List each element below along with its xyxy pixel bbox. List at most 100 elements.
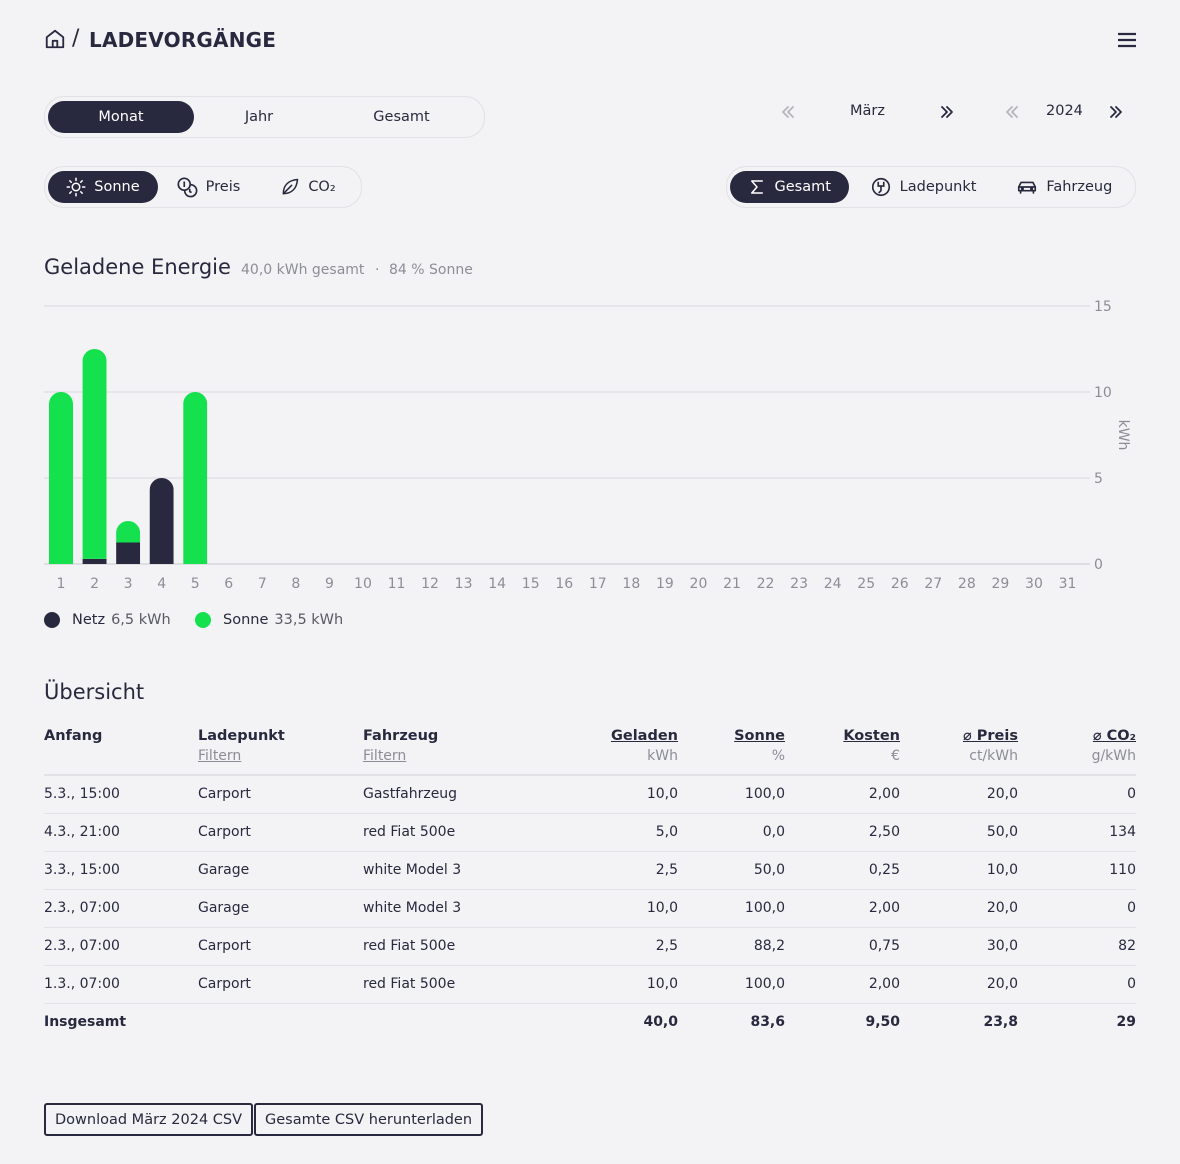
- cell-price: 20,0: [900, 965, 1018, 1004]
- cell-chargepoint: Carport: [198, 965, 363, 1004]
- bar-sonne-day-3: [116, 521, 141, 543]
- next-year-icon[interactable]: [1107, 103, 1125, 121]
- x-tick-label: 30: [1025, 576, 1043, 592]
- table-header-row: Anfang Ladepunkt Filtern Fahrzeug Filtern …: [44, 728, 1136, 775]
- cell-vehicle: white Model 3: [363, 889, 533, 928]
- legend-label-sun: Sonne: [223, 612, 269, 628]
- cell-charged: 10,0: [533, 889, 678, 928]
- total-solar: 83,6: [678, 1002, 785, 1041]
- group-selector: Gesamt Ladepunkt Fahrzeug: [726, 166, 1136, 208]
- tab-total[interactable]: Gesamt: [324, 101, 479, 133]
- next-month-icon[interactable]: [938, 103, 956, 121]
- x-tick-label: 23: [790, 576, 808, 592]
- table-row[interactable]: 2.3., 07:00 Carport red Fiat 500e 2,5 88,2 0,…: [44, 927, 1136, 966]
- col-chargepoint: Ladepunkt Filtern: [198, 728, 363, 775]
- tab-vehicle[interactable]: Fahrzeug: [997, 171, 1132, 203]
- tab-chargepoint[interactable]: Ladepunkt: [849, 171, 996, 203]
- cell-price: 50,0: [900, 813, 1018, 852]
- cell-charged: 2,5: [533, 927, 678, 966]
- previous-month-icon[interactable]: [779, 103, 797, 121]
- month-label: März: [850, 103, 885, 119]
- home-icon[interactable]: [44, 28, 66, 50]
- x-tick-label: 12: [421, 576, 439, 592]
- car-icon: [1018, 181, 1037, 194]
- x-tick-label: 7: [258, 576, 267, 592]
- x-tick-label: 3: [124, 576, 133, 592]
- hamburger-menu-icon[interactable]: [1116, 30, 1138, 50]
- legend-label-grid: Netz: [72, 612, 106, 628]
- charger-icon: [871, 177, 890, 197]
- tab-sun[interactable]: Sonne: [48, 171, 158, 203]
- cell-chargepoint: Carport: [198, 813, 363, 852]
- cell-start: 1.3., 07:00: [44, 965, 198, 1004]
- vehicle-filter-link[interactable]: Filtern: [363, 748, 533, 764]
- coins-icon: [177, 177, 198, 198]
- cell-co2: 0: [1018, 775, 1136, 814]
- cell-co2: 82: [1018, 927, 1136, 966]
- y-axis-label: kWh: [1115, 420, 1131, 451]
- y-tick-label: 0: [1094, 557, 1103, 573]
- cell-start: 3.3., 15:00: [44, 851, 198, 890]
- cell-charged: 10,0: [533, 775, 678, 814]
- previous-year-icon[interactable]: [1003, 103, 1021, 121]
- table-row[interactable]: 4.3., 21:00 Carport red Fiat 500e 5,0 0,0 2,5…: [44, 813, 1136, 852]
- sun-icon: [66, 177, 86, 197]
- table-row[interactable]: 3.3., 15:00 Garage white Model 3 2,5 50,0 0,2…: [44, 851, 1136, 890]
- download-all-csv-button[interactable]: Gesamte CSV herunterladen: [254, 1103, 484, 1136]
- col-price[interactable]: ⌀ Preis ct/kWh: [900, 728, 1018, 775]
- legend-item-grid[interactable]: Netz 6,5 kWh: [44, 612, 171, 628]
- bar-sonne-day-1: [49, 392, 73, 564]
- cell-cost: 2,50: [785, 813, 900, 852]
- energy-bar-chart: 051015kWh1 2 3 4 5 6 7 8 9 10 11 12 13 14 15 16 17 18 19 20…: [44, 299, 1131, 592]
- x-tick-label: 16: [555, 576, 573, 592]
- x-tick-label: 20: [690, 576, 708, 592]
- cell-chargepoint: Carport: [198, 927, 363, 966]
- x-tick-label: 5: [191, 576, 200, 592]
- col-charged[interactable]: Geladen kWh: [533, 728, 678, 775]
- cell-co2: 0: [1018, 965, 1136, 1004]
- solar-share-text: 84 % Sonne: [389, 262, 473, 278]
- col-vehicle: Fahrzeug Filtern: [363, 728, 533, 775]
- table-row[interactable]: 2.3., 07:00 Garage white Model 3 10,0 100,0 2…: [44, 889, 1136, 928]
- bar-netz-day-4: [149, 478, 174, 564]
- x-tick-label: 4: [157, 576, 166, 592]
- col-cost[interactable]: Kosten €: [785, 728, 900, 775]
- x-tick-label: 26: [891, 576, 909, 592]
- tab-month[interactable]: Monat: [48, 101, 194, 133]
- tab-total-label: Gesamt: [373, 109, 430, 125]
- chargepoint-filter-link[interactable]: Filtern: [198, 748, 363, 764]
- bar-sonne-day-5: [183, 392, 208, 564]
- tab-group-total[interactable]: Gesamt: [730, 171, 850, 203]
- cell-chargepoint: Garage: [198, 889, 363, 928]
- x-tick-label: 11: [388, 576, 406, 592]
- cell-cost: 2,00: [785, 775, 900, 814]
- cell-co2: 0: [1018, 889, 1136, 928]
- cell-cost: 2,00: [785, 965, 900, 1004]
- cell-start: 5.3., 15:00: [44, 775, 198, 814]
- legend-item-sun[interactable]: Sonne 33,5 kWh: [195, 612, 343, 628]
- x-tick-label: 9: [325, 576, 334, 592]
- table-row[interactable]: 1.3., 07:00 Carport red Fiat 500e 10,0 100,0…: [44, 965, 1136, 1004]
- year-label: 2024: [1046, 103, 1083, 119]
- tab-co2[interactable]: CO₂: [258, 171, 358, 203]
- cell-cost: 2,00: [785, 889, 900, 928]
- cell-start: 2.3., 07:00: [44, 927, 198, 966]
- x-tick-label: 2: [90, 576, 99, 592]
- x-tick-label: 22: [757, 576, 775, 592]
- x-tick-label: 14: [488, 576, 506, 592]
- cell-solar: 100,0: [678, 889, 785, 928]
- total-price: 23,8: [900, 1002, 1018, 1041]
- cell-charged: 10,0: [533, 965, 678, 1004]
- tab-price[interactable]: Preis: [158, 171, 258, 203]
- table-total-row: Insgesamt 40,0 83,6 9,50 23,8 29: [44, 1002, 1136, 1041]
- col-co2[interactable]: ⌀ CO₂ g/kWh: [1018, 728, 1136, 775]
- x-tick-label: 13: [455, 576, 473, 592]
- col-solar[interactable]: Sonne%: [678, 728, 785, 775]
- x-tick-label: 10: [354, 576, 372, 592]
- cell-solar: 0,0: [678, 813, 785, 852]
- table-row[interactable]: 5.3., 15:00 Carport Gastfahrzeug 10,0 100,0 2…: [44, 775, 1136, 814]
- cell-cost: 0,25: [785, 851, 900, 890]
- cell-price: 30,0: [900, 927, 1018, 966]
- download-month-csv-button[interactable]: Download März 2024 CSV: [44, 1103, 254, 1136]
- tab-year[interactable]: Jahr: [194, 101, 324, 133]
